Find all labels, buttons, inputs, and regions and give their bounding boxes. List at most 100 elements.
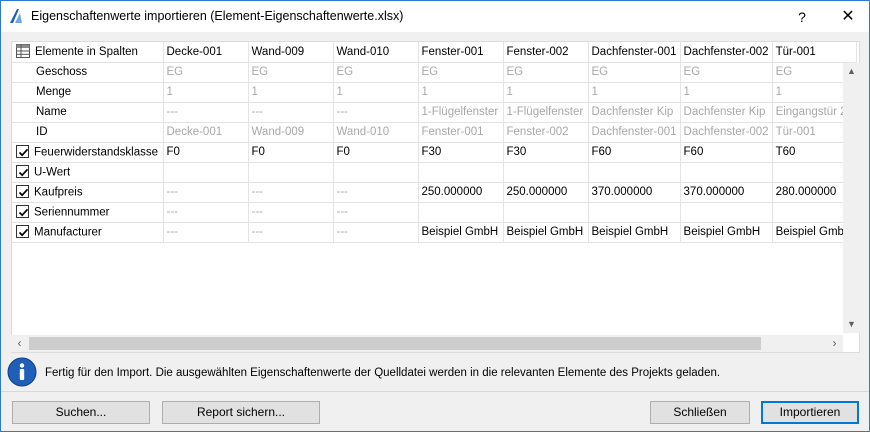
meta-cell: Dachfenster Kip: [588, 102, 681, 123]
scroll-up-icon[interactable]: ▲: [843, 63, 860, 80]
meta-cell: 1: [503, 82, 589, 103]
meta-cell: 1: [588, 82, 681, 103]
scroll-right-icon[interactable]: ›: [826, 335, 843, 352]
divider: [1, 391, 869, 392]
horizontal-scroll-thumb[interactable]: [29, 337, 761, 350]
property-row: U-Wert: [12, 162, 857, 183]
value-cell[interactable]: ---: [333, 222, 419, 243]
value-cell[interactable]: [503, 202, 589, 223]
column-header: Tür-001: [772, 42, 857, 63]
value-cell[interactable]: [418, 202, 504, 223]
include-checkbox[interactable]: [16, 204, 29, 218]
help-button[interactable]: ?: [787, 6, 817, 28]
save-report-button[interactable]: Report sichern...: [162, 401, 320, 424]
meta-cell: Fenster-002: [503, 122, 589, 143]
include-checkbox[interactable]: [16, 224, 29, 238]
column-header: Decke-001: [163, 42, 249, 63]
value-cell[interactable]: [418, 162, 504, 183]
vertical-scrollbar[interactable]: ▲ ▼: [843, 63, 860, 333]
value-cell[interactable]: F30: [418, 142, 504, 163]
meta-row-label: Name: [12, 102, 164, 123]
scroll-down-icon[interactable]: ▼: [843, 316, 860, 333]
meta-cell: EG: [680, 62, 773, 83]
value-cell[interactable]: ---: [248, 182, 334, 203]
meta-cell: EG: [333, 62, 419, 83]
include-checkbox[interactable]: [16, 144, 29, 158]
value-cell[interactable]: F0: [248, 142, 334, 163]
grid-header-label: Elemente in Spalten: [12, 42, 164, 63]
value-cell[interactable]: ---: [163, 182, 249, 203]
value-cell[interactable]: 370.000000: [588, 182, 681, 203]
close-button[interactable]: Schließen: [650, 401, 750, 424]
property-name: Seriennummer: [34, 206, 110, 219]
meta-cell: EG: [588, 62, 681, 83]
property-row-label: Kaufpreis: [12, 182, 164, 203]
include-checkbox[interactable]: [16, 184, 29, 198]
search-button[interactable]: Suchen...: [12, 401, 150, 424]
meta-cell: 1-Flügelfenster: [503, 102, 589, 123]
table-grid-icon: [16, 43, 30, 58]
meta-cell: Decke-001: [163, 122, 249, 143]
property-name: Manufacturer: [34, 226, 102, 239]
meta-cell: Wand-009: [248, 122, 334, 143]
meta-cell: 1-Flügelfenster: [418, 102, 504, 123]
meta-cell: ---: [333, 102, 419, 123]
meta-cell: 1: [248, 82, 334, 103]
status-message: Fertig für den Import. Die ausgewählten …: [45, 367, 721, 379]
value-cell[interactable]: [588, 162, 681, 183]
column-header: Fenster-001: [418, 42, 504, 63]
value-cell[interactable]: ---: [163, 222, 249, 243]
value-cell[interactable]: F0: [163, 142, 249, 163]
horizontal-scrollbar[interactable]: ‹ ›: [11, 335, 843, 352]
value-cell[interactable]: ---: [333, 182, 419, 203]
value-cell[interactable]: [163, 162, 249, 183]
info-icon: [7, 357, 37, 387]
value-cell[interactable]: [333, 162, 419, 183]
value-cell[interactable]: [588, 202, 681, 223]
value-cell[interactable]: ---: [333, 202, 419, 223]
value-cell[interactable]: [503, 162, 589, 183]
value-cell[interactable]: Beispiel GmbH: [588, 222, 681, 243]
value-cell[interactable]: F0: [333, 142, 419, 163]
title-bar: Eigenschaftenwerte importieren (Element-…: [1, 1, 869, 32]
info-bar: Fertig für den Import. Die ausgewählten …: [7, 355, 862, 389]
value-cell[interactable]: F60: [680, 142, 773, 163]
value-cell[interactable]: Beispiel GmbH: [680, 222, 773, 243]
column-header: Dachfenster-001: [588, 42, 681, 63]
grid-header-row: Elemente in Spalten Decke-001 Wand-009 Wand…: [12, 42, 857, 63]
window-title: Eigenschaftenwerte importieren (Element-…: [31, 9, 404, 23]
meta-row: Menge 1 1 1 1 1 1 1 1: [12, 82, 857, 103]
close-window-button[interactable]: ✕: [833, 6, 863, 28]
meta-row: Name --- --- --- 1-Flügelfenster 1-Flügelfens…: [12, 102, 857, 123]
value-cell[interactable]: ---: [248, 222, 334, 243]
meta-cell: ---: [163, 102, 249, 123]
import-button[interactable]: Importieren: [761, 401, 859, 424]
value-cell[interactable]: Beispiel GmbH: [418, 222, 504, 243]
value-cell[interactable]: 250.000000: [418, 182, 504, 203]
value-cell[interactable]: [680, 202, 773, 223]
value-cell[interactable]: ---: [248, 202, 334, 223]
meta-cell: 1: [333, 82, 419, 103]
property-name: U-Wert: [34, 166, 71, 179]
meta-cell: Dachfenster-001: [588, 122, 681, 143]
value-cell[interactable]: F30: [503, 142, 589, 163]
meta-cell: EG: [503, 62, 589, 83]
meta-cell: Dachfenster-002: [680, 122, 773, 143]
meta-cell: EG: [163, 62, 249, 83]
include-checkbox[interactable]: [16, 164, 29, 178]
meta-cell: Fenster-001: [418, 122, 504, 143]
property-row-label: Feuerwiderstandsklasse: [12, 142, 164, 163]
property-row-label: U-Wert: [12, 162, 164, 183]
scroll-left-icon[interactable]: ‹: [11, 335, 28, 352]
meta-cell: 1: [163, 82, 249, 103]
meta-row-label: ID: [12, 122, 164, 143]
value-cell[interactable]: [248, 162, 334, 183]
meta-cell: EG: [418, 62, 504, 83]
value-cell[interactable]: ---: [163, 202, 249, 223]
value-cell[interactable]: F60: [588, 142, 681, 163]
value-cell[interactable]: [680, 162, 773, 183]
value-cell[interactable]: 250.000000: [503, 182, 589, 203]
value-cell[interactable]: 370.000000: [680, 182, 773, 203]
value-cell[interactable]: Beispiel GmbH: [503, 222, 589, 243]
column-header: Wand-010: [333, 42, 419, 63]
